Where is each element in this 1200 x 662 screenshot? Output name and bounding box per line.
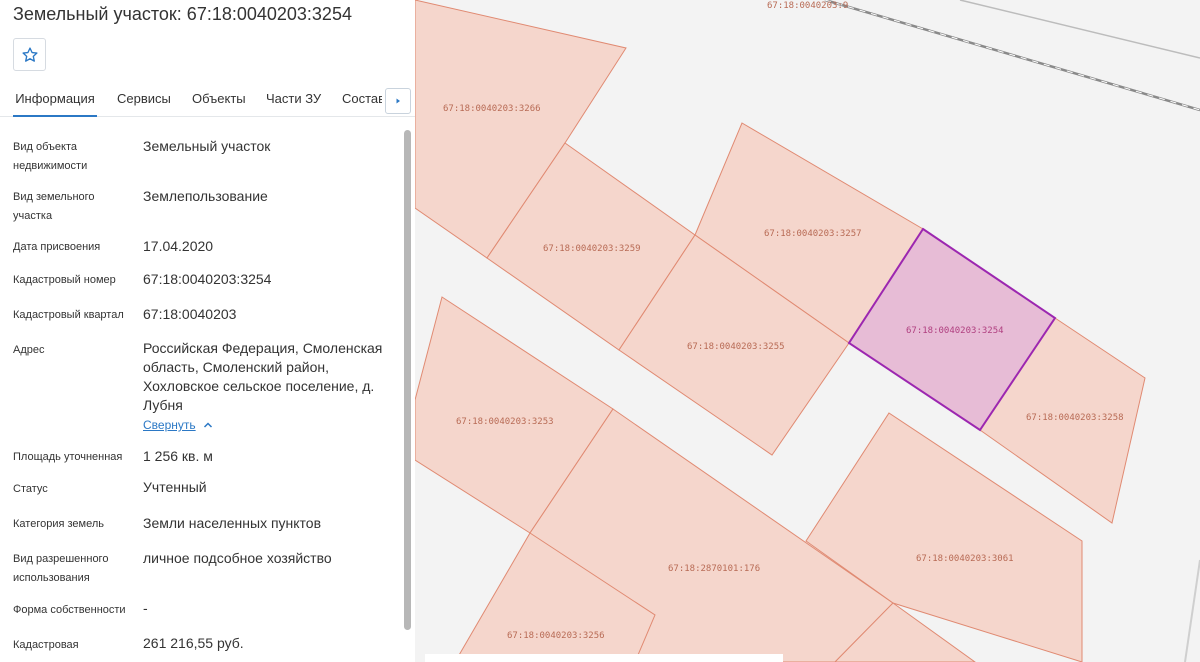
- ownership-label: Форма собственности: [13, 604, 126, 616]
- area-label: Площадь уточненная: [13, 451, 123, 463]
- land-type-label: Вид земельного участка: [13, 191, 95, 222]
- tab-services[interactable]: Сервисы: [117, 82, 171, 117]
- parcel-label-3255: 67:18:0040203:3255: [687, 342, 785, 352]
- parcel-label-9: 67:18:0040203:9: [767, 1, 848, 11]
- address-value: Российская Федерация, Смоленская область…: [143, 340, 383, 413]
- parcel-label-176: 67:18:2870101:176: [668, 564, 760, 574]
- land-type-value: Землепользование: [143, 188, 268, 204]
- map-bottom-panel: [425, 654, 783, 662]
- favorite-button[interactable]: [13, 38, 46, 71]
- cadnum-value: 67:18:0040203:3254: [143, 271, 272, 287]
- parcel-label-3061: 67:18:0040203:3061: [916, 554, 1014, 564]
- quarter-value: 67:18:0040203: [143, 306, 237, 322]
- cadastral-map[interactable]: 67:18:0040203:9 67:18:0040203:3266 67:18…: [415, 0, 1200, 662]
- category-label: Категория земель: [13, 518, 104, 530]
- parcel-label-3254: 67:18:0040203:3254: [906, 326, 1004, 336]
- info-panel: Земельный участок: 67:18:0040203:3254 Ин…: [0, 0, 415, 662]
- parcel-label-3253: 67:18:0040203:3253: [456, 417, 554, 427]
- cadnum-label: Кадастровый номер: [13, 274, 116, 286]
- parcel-label-3259: 67:18:0040203:3259: [543, 244, 641, 254]
- cost-label: Кадастровая: [13, 639, 79, 651]
- status-value: Учтенный: [143, 479, 207, 495]
- collapse-link[interactable]: Свернуть: [143, 418, 196, 432]
- status-label: Статус: [13, 483, 48, 495]
- usage-value: личное подсобное хозяйство: [143, 550, 332, 566]
- usage-label: Вид разрешенного использования: [13, 553, 109, 584]
- chevron-up-icon: [203, 422, 213, 428]
- area-value: 1 256 кв. м: [143, 448, 213, 464]
- tabs-next-button[interactable]: [385, 88, 411, 114]
- map-view[interactable]: 67:18:0040203:9 67:18:0040203:3266 67:18…: [415, 0, 1200, 662]
- tab-composition[interactable]: Состав: [342, 82, 382, 117]
- cost-value: 261 216,55 руб.: [143, 635, 244, 651]
- object-type-value: Земельный участок: [143, 138, 271, 154]
- parcel-label-3258: 67:18:0040203:3258: [1026, 413, 1124, 423]
- category-value: Земли населенных пунктов: [143, 515, 322, 531]
- ownership-value: -: [143, 600, 148, 616]
- parcel-label-3266: 67:18:0040203:3266: [443, 104, 541, 114]
- tab-info[interactable]: Информация: [13, 82, 97, 117]
- parcel-label-3256: 67:18:0040203:3256: [507, 631, 605, 641]
- scrollbar-thumb[interactable]: [404, 130, 411, 630]
- tab-parts[interactable]: Части ЗУ: [266, 82, 321, 117]
- date-label: Дата присвоения: [13, 241, 101, 253]
- chevron-right-icon: [396, 98, 400, 104]
- object-type-label: Вид объекта недвижимости: [13, 141, 88, 172]
- tab-objects[interactable]: Объекты: [192, 82, 246, 117]
- parcel-label-3257: 67:18:0040203:3257: [764, 229, 862, 239]
- quarter-label: Кадастровый квартал: [13, 309, 124, 321]
- tab-bar: Информация Сервисы Объекты Части ЗУ Сост…: [0, 82, 415, 117]
- star-icon: [21, 46, 38, 62]
- date-value: 17.04.2020: [143, 238, 214, 254]
- page-title: Земельный участок: 67:18:0040203:3254: [13, 4, 352, 24]
- address-label: Адрес: [13, 344, 45, 356]
